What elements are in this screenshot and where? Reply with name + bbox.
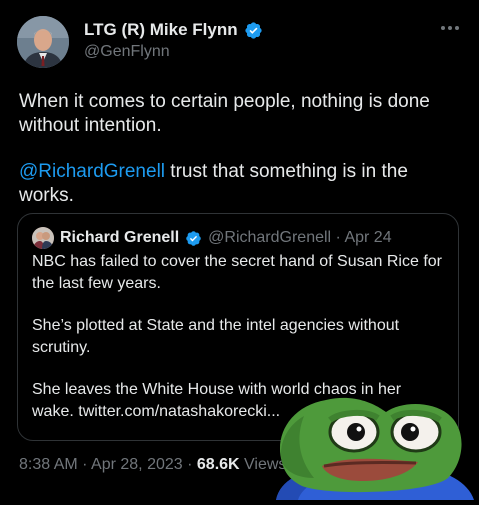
quoted-handle-date[interactable]: @RichardGrenell · Apr 24 bbox=[208, 229, 391, 247]
tweet-paragraph-2: @RichardGrenell trust that something is … bbox=[19, 160, 459, 208]
tweet-text: When it comes to certain people, nothing… bbox=[19, 90, 459, 208]
author-handle[interactable]: @GenFlynn bbox=[84, 43, 170, 61]
verified-badge-icon bbox=[244, 21, 263, 40]
author-avatar[interactable] bbox=[17, 16, 69, 68]
quoted-paragraph-2: She’s plotted at State and the intel age… bbox=[32, 317, 400, 356]
mention-link[interactable]: @RichardGrenell bbox=[19, 161, 165, 182]
author-name-row: LTG (R) Mike Flynn bbox=[84, 20, 263, 40]
views-count[interactable]: 68.6K bbox=[197, 456, 240, 473]
author-display-name[interactable]: LTG (R) Mike Flynn bbox=[84, 20, 238, 40]
timestamp[interactable]: 8:38 AM · Apr 28, 2023 · bbox=[19, 456, 197, 473]
tweet-paragraph-1: When it comes to certain people, nothing… bbox=[19, 91, 430, 136]
more-options-icon[interactable] bbox=[439, 22, 461, 34]
quoted-paragraph-1: NBC has failed to cover the secret hand … bbox=[32, 253, 442, 292]
frog-sticker-image bbox=[268, 392, 479, 500]
verified-badge-icon bbox=[185, 230, 202, 247]
quoted-author-name[interactable]: Richard Grenell bbox=[60, 229, 179, 247]
quoted-tweet-header: Richard Grenell @RichardGrenell · Apr 24 bbox=[32, 227, 392, 249]
tweet: LTG (R) Mike Flynn @GenFlynn When it com… bbox=[0, 0, 479, 500]
quoted-author-avatar bbox=[32, 227, 54, 249]
tweet-meta: 8:38 AM · Apr 28, 2023 · 68.6K Views bbox=[19, 456, 286, 474]
